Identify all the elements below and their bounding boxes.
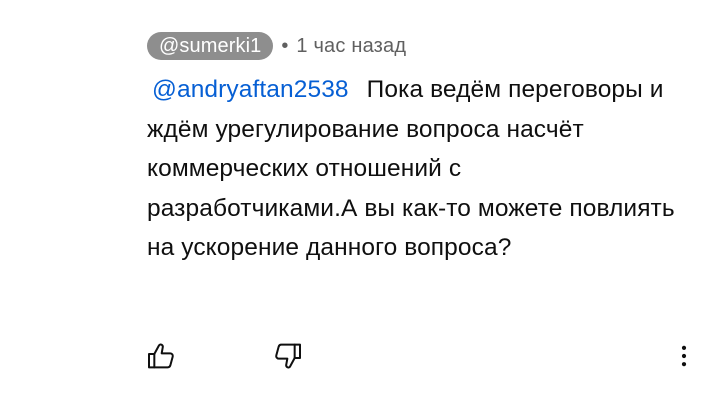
- thumbs-up-icon: [145, 340, 177, 372]
- mention-link[interactable]: @andryaftan2538: [152, 76, 349, 103]
- comment-header: @sumerki1 • 1 час назад: [147, 31, 406, 61]
- dislike-button[interactable]: [268, 336, 308, 376]
- comment-item: @sumerki1 • 1 час назад @andryaftan2538 П…: [0, 0, 720, 419]
- comment-text-content: Пока ведём переговоры и ждём урегулирова…: [147, 76, 675, 261]
- author-chip[interactable]: @sumerki1: [147, 32, 274, 60]
- comment-text: @andryaftan2538 Пока ведём переговоры и ж…: [147, 70, 677, 268]
- thumbs-down-icon: [272, 340, 304, 372]
- more-actions-button[interactable]: [664, 336, 704, 376]
- more-vertical-icon: [670, 342, 698, 370]
- comment-actions: [0, 336, 720, 376]
- like-button[interactable]: [141, 336, 181, 376]
- meta-separator: •: [281, 35, 289, 57]
- comment-timestamp[interactable]: 1 час назад: [296, 32, 406, 60]
